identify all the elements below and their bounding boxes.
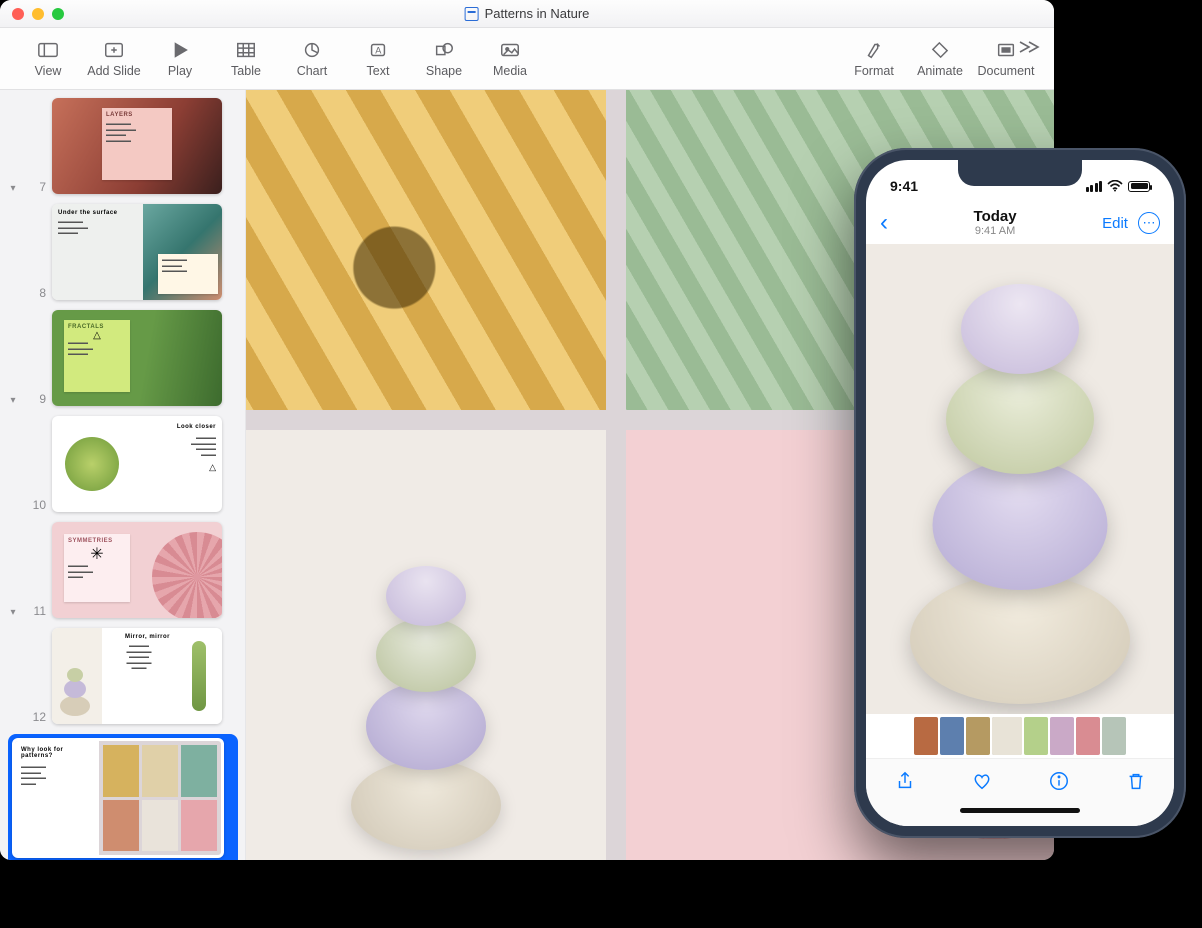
strip-thumb[interactable] [1050,717,1074,755]
strip-thumb[interactable] [966,717,990,755]
slide-number: 11 [24,604,46,618]
disclosure-icon[interactable]: ▾ [8,607,18,618]
animate-label: Animate [917,64,963,78]
photos-subtitle: 9:41 AM [974,225,1017,237]
home-indicator[interactable] [866,808,1174,826]
photo-viewer[interactable] [866,244,1174,714]
slide-number: 12 [24,710,46,724]
photos-title: Today [974,209,1017,226]
zoom-window-button[interactable] [52,8,64,20]
media-button[interactable]: Media [480,29,540,89]
delete-button[interactable] [1125,770,1147,797]
strip-thumb[interactable] [914,717,938,755]
thumb-title: Mirror, mirror [108,634,170,640]
svg-text:A: A [375,45,382,55]
photo-thumbnail-strip[interactable] [866,714,1174,758]
minimize-window-button[interactable] [32,8,44,20]
slide-thumb-12[interactable]: 12 Mirror, mirror ▬▬▬▬▬▬▬▬▬▬▬▬▬▬▬▬▬▬▬▬▬ [8,628,239,724]
format-label: Format [854,64,894,78]
document-label: Document [978,64,1035,78]
thumb-title: Why look for patterns? [21,747,93,759]
cellular-icon [1086,181,1103,192]
favorite-button[interactable] [971,770,993,797]
slide-number: 8 [24,286,46,300]
strip-thumb[interactable] [992,717,1022,755]
thumb-title: Look closer [137,424,216,430]
document-icon [465,7,479,21]
view-button[interactable]: View [18,29,78,89]
toolbar-overflow-icon[interactable] [1018,40,1040,54]
photos-toolbar [866,758,1174,808]
canvas-image-honeycomb[interactable] [246,90,606,410]
table-button[interactable]: Table [216,29,276,89]
notch [958,160,1082,186]
window-controls [12,8,64,20]
add-slide-button[interactable]: Add Slide [84,29,144,89]
disclosure-icon[interactable]: ▾ [8,395,18,406]
disclosure-icon[interactable]: ▾ [8,183,18,194]
format-button[interactable]: Format [844,29,904,89]
thumb-title: Under the surface [58,210,137,216]
slide-number: 13 [12,858,234,860]
strip-thumb[interactable] [1076,717,1100,755]
shape-label: Shape [426,64,462,78]
slide-thumb-8[interactable]: 8 Under the surface ▬▬▬▬▬▬▬▬▬▬▬▬▬▬▬ ▬▬▬▬… [8,204,239,300]
toolbar: View Add Slide Play Table Chart A Text S… [0,28,1054,90]
strip-thumb[interactable] [1024,717,1048,755]
slide-thumb-11[interactable]: ▾ 11 SYMMETRIES ✳ ▬▬▬▬▬▬▬▬▬▬▬▬ [8,522,239,618]
add-slide-label: Add Slide [87,64,141,78]
wifi-icon [1107,180,1123,192]
strip-thumb[interactable] [1102,717,1126,755]
slide-thumb-9[interactable]: ▾ 9 FRACTALS △ ▬▬▬▬▬▬▬▬▬▬▬▬▬ [8,310,239,406]
canvas-image-urchins[interactable] [246,430,606,860]
text-label: Text [367,64,390,78]
status-time: 9:41 [890,178,918,194]
slide-thumb-13-selected[interactable]: Why look for patterns? ▬▬▬▬▬▬▬▬▬▬▬▬▬▬▬▬▬… [8,734,239,860]
play-button[interactable]: Play [150,29,210,89]
shape-button[interactable]: Shape [414,29,474,89]
battery-icon [1128,181,1150,192]
info-button[interactable] [1048,770,1070,797]
view-label: View [35,64,62,78]
text-button[interactable]: A Text [348,29,408,89]
table-label: Table [231,64,261,78]
iphone-screen: 9:41 ‹ Today 9:41 AM Edit ⋯ [866,160,1174,826]
titlebar: Patterns in Nature [0,0,1054,28]
window-title: Patterns in Nature [485,6,590,21]
strip-thumb[interactable] [940,717,964,755]
iphone-device: 9:41 ‹ Today 9:41 AM Edit ⋯ [854,148,1186,838]
back-button[interactable]: ‹ [880,209,888,237]
document-button[interactable]: Document [976,29,1036,89]
slide-number: 7 [24,180,46,194]
slide-number: 10 [24,498,46,512]
share-button[interactable] [894,770,916,797]
animate-button[interactable]: Animate [910,29,970,89]
slide-thumb-7[interactable]: ▾ 7 LAYERS ▬▬▬▬▬▬▬▬▬▬▬▬▬▬▬▬▬▬▬▬ [8,98,239,194]
more-button[interactable]: ⋯ [1138,212,1160,234]
chart-button[interactable]: Chart [282,29,342,89]
play-label: Play [168,64,192,78]
media-label: Media [493,64,527,78]
thumb-title: LAYERS [106,112,168,118]
chart-label: Chart [297,64,328,78]
photos-nav-bar: ‹ Today 9:41 AM Edit ⋯ [866,202,1174,244]
slide-number: 9 [24,392,46,406]
slide-thumb-10[interactable]: 10 Look closer ▬▬▬▬▬▬▬▬▬▬▬▬▬▬▬▬ △ [8,416,239,512]
slide-navigator[interactable]: ▾ 7 LAYERS ▬▬▬▬▬▬▬▬▬▬▬▬▬▬▬▬▬▬▬▬ 8 Under … [0,90,246,860]
edit-button[interactable]: Edit [1102,215,1128,232]
close-window-button[interactable] [12,8,24,20]
